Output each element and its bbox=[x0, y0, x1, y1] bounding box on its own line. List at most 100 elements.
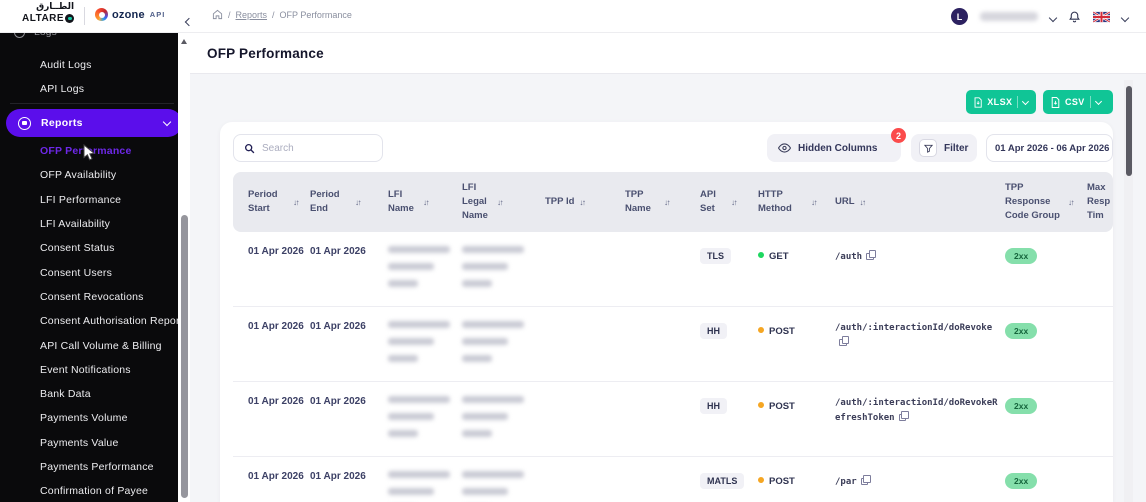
export-csv-label: CSV bbox=[1065, 97, 1085, 107]
brand-latin-text: ALTARE bbox=[22, 12, 65, 24]
sidebar-item-consent-authorisation-report[interactable]: Consent Authorisation Report bbox=[40, 309, 183, 333]
cell-lfi-legal-name-redacted bbox=[462, 396, 524, 447]
chevron-left-icon bbox=[184, 17, 194, 27]
export-xlsx-label: XLSX bbox=[987, 97, 1013, 107]
hidden-columns-count-badge: 2 bbox=[891, 128, 906, 143]
sidebar-item-reports[interactable]: Reports bbox=[6, 109, 182, 137]
reports-icon bbox=[18, 116, 31, 130]
avatar[interactable]: L bbox=[951, 8, 968, 25]
table-row[interactable]: 01 Apr 2026 01 Apr 2026 HH POST /auth/:i… bbox=[233, 307, 1113, 382]
export-xlsx-button[interactable]: XLSX bbox=[966, 90, 1036, 114]
sidebar-item-logs[interactable]: Logs bbox=[14, 33, 57, 38]
search-input[interactable] bbox=[262, 142, 362, 154]
brand-arabic-text: الطــارق bbox=[36, 2, 75, 12]
table-row[interactable]: 01 Apr 2026 01 Apr 2026 TLS GET /auth 2x… bbox=[233, 232, 1113, 307]
cell-http-method: GET bbox=[758, 246, 789, 264]
sidebar-item-consent-users[interactable]: Consent Users bbox=[40, 260, 183, 284]
ozone-name: ozone bbox=[112, 8, 145, 21]
column-header-tpp-name[interactable]: TPP Name ↓↑ bbox=[625, 172, 671, 232]
home-icon[interactable] bbox=[212, 9, 223, 20]
table-row[interactable]: 01 Apr 2026 01 Apr 2026 MATLS POST /par … bbox=[233, 457, 1113, 502]
hidden-columns-button[interactable]: Hidden Columns 2 bbox=[767, 128, 906, 162]
column-header-lfi-name[interactable]: LFI Name ↓↑ bbox=[388, 172, 430, 232]
date-range-picker[interactable]: 01 Apr 2026 - 06 Apr 2026 bbox=[986, 134, 1113, 162]
breadcrumb-separator: / bbox=[272, 9, 275, 20]
column-header-tpp-id[interactable]: TPP Id ↓↑ bbox=[545, 172, 586, 232]
copy-icon[interactable] bbox=[866, 250, 877, 260]
cell-response-code-group: 2xx bbox=[1005, 471, 1038, 489]
report-card: Hidden Columns 2 Filter 01 Apr 2026 - 06… bbox=[220, 122, 1113, 502]
search-box[interactable] bbox=[233, 134, 383, 162]
hidden-columns-label: Hidden Columns bbox=[798, 142, 878, 154]
sort-icon[interactable]: ↓↑ bbox=[497, 198, 504, 207]
cell-lfi-name-redacted bbox=[388, 246, 450, 297]
sidebar-item-ofp-performance[interactable]: OFP Performance bbox=[40, 139, 183, 163]
sort-icon[interactable]: ↓↑ bbox=[293, 198, 300, 207]
column-header-period-end[interactable]: Period End ↓↑ bbox=[310, 172, 362, 232]
column-header-url[interactable]: URL ↓↑ bbox=[835, 172, 867, 232]
brand-q-icon bbox=[65, 13, 75, 23]
export-csv-button[interactable]: CSV bbox=[1043, 90, 1113, 114]
cell-period-start: 01 Apr 2026 bbox=[248, 471, 304, 482]
cell-period-end: 01 Apr 2026 bbox=[310, 321, 366, 332]
filter-button[interactable]: Filter bbox=[911, 134, 977, 162]
sidebar-item-payments-value[interactable]: Payments Value bbox=[40, 431, 183, 455]
sort-icon[interactable]: ↓↑ bbox=[1068, 198, 1075, 207]
main-scrollbar-thumb[interactable] bbox=[1125, 86, 1132, 176]
cell-url: /auth/:interactionId/doRevokeRefreshToke… bbox=[835, 398, 998, 424]
sidebar-collapse-button[interactable] bbox=[184, 12, 194, 30]
breadcrumb-current: OFP Performance bbox=[279, 9, 352, 20]
sidebar-item-api-call-volume-billing[interactable]: API Call Volume & Billing bbox=[40, 333, 183, 357]
sidebar-scrollbar-thumb[interactable] bbox=[180, 215, 188, 498]
scroll-up-arrow-icon[interactable] bbox=[181, 39, 187, 44]
sidebar-item-consent-revocations[interactable]: Consent Revocations bbox=[40, 285, 183, 309]
sort-icon[interactable]: ↓↑ bbox=[355, 198, 362, 207]
cell-response-code-group: 2xx bbox=[1005, 396, 1038, 414]
cell-period-end: 01 Apr 2026 bbox=[310, 396, 366, 407]
cell-lfi-name-redacted bbox=[388, 471, 450, 502]
language-menu-button[interactable] bbox=[1120, 8, 1130, 26]
sidebar-item-event-notifications[interactable]: Event Notifications bbox=[40, 358, 183, 382]
column-header-tpp-response-code-group[interactable]: TPP Response Code Group ↓↑ bbox=[1005, 172, 1075, 232]
sort-icon[interactable]: ↓↑ bbox=[423, 198, 430, 207]
column-header-period-start[interactable]: Period Start ↓↑ bbox=[248, 172, 300, 232]
sort-icon[interactable]: ↓↑ bbox=[860, 198, 867, 207]
sort-icon[interactable]: ↓↑ bbox=[579, 198, 586, 207]
sort-icon[interactable]: ↓↑ bbox=[664, 198, 671, 207]
breadcrumb-reports-link[interactable]: Reports bbox=[236, 10, 268, 20]
column-header-lfi-legal-name[interactable]: LFI Legal Name ↓↑ bbox=[462, 172, 504, 232]
cell-api-set: HH bbox=[700, 321, 727, 339]
sidebar-scrollbar[interactable] bbox=[178, 33, 190, 502]
sidebar-item-lfi-performance[interactable]: LFI Performance bbox=[40, 188, 183, 212]
cell-api-set: TLS bbox=[700, 246, 731, 264]
sidebar-item-confirmation-of-payee[interactable]: Confirmation of Payee bbox=[40, 479, 183, 502]
sidebar-item-bank-data[interactable]: Bank Data bbox=[40, 382, 183, 406]
user-menu-button[interactable] bbox=[1048, 8, 1058, 26]
sidebar-item-audit-logs[interactable]: Audit Logs bbox=[40, 57, 92, 73]
sort-icon[interactable]: ↓↑ bbox=[731, 198, 738, 207]
cell-lfi-name-redacted bbox=[388, 396, 450, 447]
sidebar-item-consent-status[interactable]: Consent Status bbox=[40, 236, 183, 260]
sidebar-item-api-logs[interactable]: API Logs bbox=[40, 81, 84, 97]
cell-period-start: 01 Apr 2026 bbox=[248, 321, 304, 332]
copy-icon[interactable] bbox=[860, 475, 871, 485]
column-header-max-resp-time[interactable]: Max Resp Tim bbox=[1087, 172, 1113, 232]
cell-lfi-name-redacted bbox=[388, 321, 450, 372]
sidebar-item-payments-volume[interactable]: Payments Volume bbox=[40, 406, 183, 430]
notifications-button[interactable] bbox=[1068, 10, 1081, 24]
sidebar-item-lfi-availability[interactable]: LFI Availability bbox=[40, 212, 183, 236]
language-flag-icon[interactable] bbox=[1093, 10, 1110, 23]
column-header-api-set[interactable]: API Set ↓↑ bbox=[700, 172, 738, 232]
column-header-http-method[interactable]: HTTP Method ↓↑ bbox=[758, 172, 818, 232]
copy-icon[interactable] bbox=[898, 411, 909, 422]
copy-icon[interactable] bbox=[839, 336, 849, 347]
page-title: OFP Performance bbox=[207, 46, 324, 61]
file-download-icon bbox=[974, 96, 982, 108]
sort-icon[interactable]: ↓↑ bbox=[811, 198, 818, 207]
method-status-dot bbox=[758, 402, 764, 408]
ozone-suffix: API bbox=[149, 10, 166, 19]
sidebar-item-ofp-availability[interactable]: OFP Availability bbox=[40, 163, 183, 187]
table-row[interactable]: 01 Apr 2026 01 Apr 2026 HH POST /auth/:i… bbox=[233, 382, 1113, 457]
username-redacted bbox=[980, 12, 1038, 21]
sidebar-item-payments-performance[interactable]: Payments Performance bbox=[40, 455, 183, 479]
